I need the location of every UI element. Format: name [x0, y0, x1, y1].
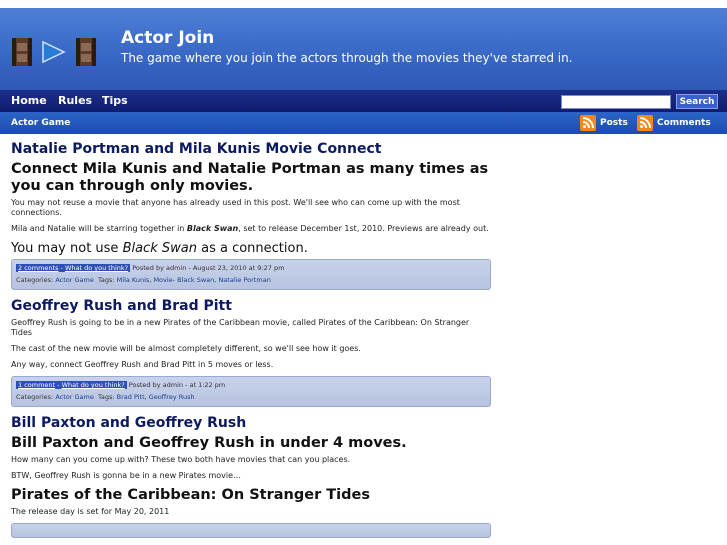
site-header: Actor Join The game where you join the a…	[0, 8, 727, 90]
tag-link[interactable]: Movie- Black Swan	[153, 276, 214, 284]
rss-icon	[637, 115, 653, 131]
comments-highlight: 1 comment - What do you think?	[16, 381, 127, 389]
post-headline: Bill Paxton and Geoffrey Rush in under 4…	[11, 435, 407, 451]
post: Bill Paxton and Geoffrey Rush Bill Paxto…	[11, 414, 491, 538]
tags-label: Tags:	[97, 393, 115, 401]
tag-link[interactable]: Natalie Portman	[218, 276, 270, 284]
category-link[interactable]: Actor Game	[55, 276, 94, 284]
post-paragraph: How many can you come up with? These two…	[11, 455, 351, 464]
comments-feed-label: Comments	[657, 118, 711, 128]
nav-home[interactable]: Home	[11, 94, 47, 107]
film-reel-logo-icon	[12, 38, 96, 66]
post-title[interactable]: Natalie Portman and Mila Kunis Movie Con…	[11, 140, 491, 158]
nav-tips[interactable]: Tips	[102, 94, 128, 107]
search-button[interactable]: Search	[676, 94, 718, 109]
tag-link[interactable]: Geoffrey Rush	[149, 393, 195, 401]
comments-highlight: 2 comments - What do you think?	[16, 264, 131, 272]
search-input[interactable]	[561, 95, 671, 109]
category-link-actor-game[interactable]: Actor Game	[11, 118, 70, 128]
post-meta	[11, 523, 491, 538]
movie-title: Black Swan	[186, 224, 239, 233]
post-list: Natalie Portman and Mila Kunis Movie Con…	[11, 140, 491, 545]
post-paragraph: BTW, Geoffrey Rush is gonna be in a new …	[11, 471, 242, 480]
comments-link[interactable]: 2 comments	[18, 264, 58, 272]
post-meta: 2 comments - What do you think? Posted b…	[11, 259, 491, 290]
categories-label: Categories:	[16, 393, 54, 401]
tag-link[interactable]: Brad Pitt	[117, 393, 145, 401]
text-segment: as a connection.	[196, 241, 308, 256]
meta-line: 2 comments - What do you think? Posted b…	[16, 262, 486, 274]
meta-line: Categories: Actor Game Tags: Mila Kunis,…	[16, 276, 271, 284]
post: Natalie Portman and Mila Kunis Movie Con…	[11, 140, 491, 290]
tags-label: Tags:	[97, 276, 115, 284]
post-headline: Connect Mila Kunis and Natalie Portman a…	[11, 161, 489, 194]
post-subheading: You may not use Black Swan as a connecti…	[11, 240, 491, 257]
text-segment: Mila and Natalie will be starring togeth…	[11, 224, 187, 233]
movie-title: Black Swan	[122, 241, 197, 256]
comments-link[interactable]: 1 comment	[18, 381, 55, 389]
category-link[interactable]: Actor Game	[55, 393, 94, 401]
post: Geoffrey Rush and Brad Pitt Geoffrey Rus…	[11, 297, 491, 407]
nav-rules[interactable]: Rules	[58, 94, 92, 107]
rss-icon	[580, 115, 596, 131]
post-meta: 1 comment - What do you think? Posted by…	[11, 376, 491, 407]
what-do-you-think-link[interactable]: What do you think?	[65, 264, 128, 272]
text-segment: You may not use	[11, 241, 123, 256]
posted-by: Posted by admin - August 23, 2010 at 9:2…	[132, 264, 285, 272]
text-segment: , set to release December 1st, 2010. Pre…	[238, 224, 489, 233]
site-tagline: The game where you join the actors throu…	[121, 51, 573, 65]
post-paragraph: The release day is set for May 20, 2011	[11, 507, 170, 516]
post-title[interactable]: Geoffrey Rush and Brad Pitt	[11, 297, 491, 315]
meta-line: 1 comment - What do you think? Posted by…	[16, 379, 486, 391]
post-paragraph: The cast of the new movie will be almost…	[11, 344, 361, 353]
tag-link[interactable]: Mila Kunis	[117, 276, 150, 284]
post-headline: Pirates of the Caribbean: On Stranger Ti…	[11, 487, 370, 503]
post-title[interactable]: Bill Paxton and Geoffrey Rush	[11, 414, 491, 432]
posts-feed-label: Posts	[600, 118, 628, 128]
comments-feed-link[interactable]: Comments	[637, 115, 712, 131]
posted-by: Posted by admin - at 1:22 pm	[128, 381, 226, 389]
post-paragraph: You may not reuse a movie that anyone ha…	[11, 198, 460, 217]
post-paragraph: Mila and Natalie will be starring togeth…	[11, 224, 491, 234]
site-title[interactable]: Actor Join	[121, 28, 214, 48]
categories-label: Categories:	[16, 276, 54, 284]
what-do-you-think-link[interactable]: What do you think?	[62, 381, 125, 389]
posts-feed-link[interactable]: Posts	[580, 115, 630, 131]
main-nav: Home Rules Tips Search	[0, 90, 727, 112]
post-paragraph: Geoffrey Rush is going to be in a new Pi…	[11, 318, 470, 337]
category-bar: Actor Game Posts Comments	[0, 112, 727, 134]
post-paragraph: Any way, connect Geoffrey Rush and Brad …	[11, 360, 274, 369]
meta-line: Categories: Actor Game Tags: Brad Pitt, …	[16, 393, 195, 401]
